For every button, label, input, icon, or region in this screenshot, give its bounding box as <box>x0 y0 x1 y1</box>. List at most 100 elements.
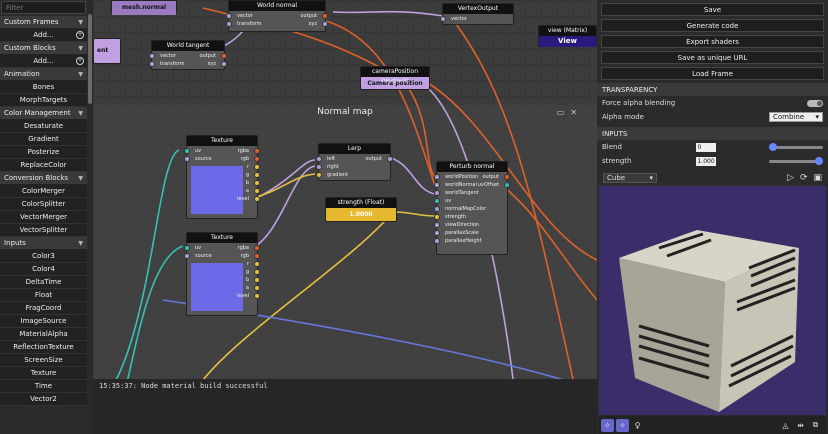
save-as-unique-url-button[interactable]: Save as unique URL <box>601 51 824 64</box>
light-1-icon[interactable]: ✧ <box>601 418 614 432</box>
category-animation[interactable]: Animation ▼ <box>0 68 87 81</box>
popout-icon[interactable]: ⧉ <box>809 419 822 432</box>
port-dot[interactable] <box>226 21 232 27</box>
port-dot[interactable] <box>434 238 440 244</box>
port-strength[interactable]: strength <box>434 213 507 221</box>
port-dot[interactable] <box>440 16 446 22</box>
add-icon[interactable]: + <box>76 57 84 65</box>
port-level[interactable]: level <box>187 292 260 300</box>
expand-icon[interactable]: ⇹ <box>794 419 807 432</box>
block-item-gradient[interactable]: Gradient <box>0 133 87 146</box>
category-inputs[interactable]: Inputs ▼ <box>0 237 87 250</box>
node-world-normal[interactable]: World normal output vector xyz transform <box>226 0 328 32</box>
port-worldtangent[interactable]: worldTangent <box>434 189 507 197</box>
port-dot[interactable] <box>149 53 155 59</box>
block-item-deltatime[interactable]: DeltaTime <box>0 276 87 289</box>
category-custom-frames[interactable]: Custom Frames ▼ <box>0 16 87 29</box>
block-item-morphtargets[interactable]: MorphTargets <box>0 94 87 107</box>
block-item-screensize[interactable]: ScreenSize <box>0 354 87 367</box>
port-dot[interactable] <box>434 206 440 212</box>
graph-canvas[interactable]: Normal map ▭✕ mesh.normal World normal o… <box>93 0 597 434</box>
port-g[interactable]: g <box>187 171 260 179</box>
filter-input[interactable]: Filter <box>1 1 86 14</box>
port-gradient[interactable]: gradient <box>316 171 390 179</box>
port-vector[interactable]: vector <box>149 52 224 60</box>
port-dot[interactable] <box>254 293 260 299</box>
port-dot[interactable] <box>434 182 440 188</box>
light-2-icon[interactable]: ✧ <box>616 418 629 432</box>
port-b[interactable]: b <box>187 276 260 284</box>
port-r[interactable]: r <box>187 163 260 171</box>
port-transform[interactable]: transform <box>226 20 325 28</box>
port-dot[interactable] <box>434 230 440 236</box>
port-dot[interactable] <box>184 245 190 251</box>
port-dot[interactable] <box>184 156 190 162</box>
port-dot[interactable] <box>254 261 260 267</box>
port-a[interactable]: a <box>187 284 260 292</box>
alpha-mode-select[interactable]: Combine ▾ <box>769 112 823 122</box>
port-dot[interactable] <box>434 190 440 196</box>
collapse-icon[interactable]: ▭ <box>557 108 571 117</box>
preview-viewport[interactable] <box>599 186 826 415</box>
block-item-float[interactable]: Float <box>0 289 87 302</box>
port-right[interactable]: right <box>316 163 390 171</box>
block-item-posterize[interactable]: Posterize <box>0 146 87 159</box>
fill-icon[interactable]: ◬ <box>779 419 792 432</box>
port-parallaxheight[interactable]: parallaxHeight <box>434 237 507 245</box>
add-icon[interactable]: + <box>76 31 84 39</box>
generate-code-button[interactable]: Generate code <box>601 19 824 32</box>
export-shaders-button[interactable]: Export shaders <box>601 35 824 48</box>
node-camera-position[interactable]: cameraPosition (Vector3) Camera position <box>360 66 430 90</box>
block-item-colorsplitter[interactable]: ColorSplitter <box>0 198 87 211</box>
port-dot[interactable] <box>254 164 260 170</box>
port-uv[interactable]: uv <box>184 147 257 155</box>
port-vector[interactable]: vector <box>440 15 513 23</box>
port-dot[interactable] <box>254 180 260 186</box>
block-item-reflectiontexture[interactable]: ReflectionTexture <box>0 341 87 354</box>
port-normalmapcolor[interactable]: normalMapColor <box>434 205 507 213</box>
block-item-add[interactable]: Add... + <box>0 55 87 68</box>
block-item-vectorsplitter[interactable]: VectorSplitter <box>0 224 87 237</box>
port-viewdirection[interactable]: viewDirection <box>434 221 507 229</box>
block-item-add[interactable]: Add... + <box>0 29 87 42</box>
slider-knob[interactable] <box>815 156 823 165</box>
port-uv[interactable]: uv <box>434 197 507 205</box>
node-view-matrix[interactable]: view (Matrix) View <box>538 25 597 47</box>
force-alpha-toggle[interactable] <box>807 99 823 107</box>
load-frame-button[interactable]: Load Frame <box>601 67 824 80</box>
block-item-colormerger[interactable]: ColorMerger <box>0 185 87 198</box>
node-texture-2[interactable]: Texture rgba uv rgb source r g b a level <box>184 232 260 316</box>
strength-value-input[interactable]: 1.000 <box>695 156 716 166</box>
node-strength[interactable]: strength (Float) 1.0000 <box>325 197 397 222</box>
block-item-materialalpha[interactable]: MaterialAlpha <box>0 328 87 341</box>
background-color-icon[interactable]: ▣ <box>813 173 822 183</box>
block-item-color3[interactable]: Color3 <box>0 250 87 263</box>
port-b[interactable]: b <box>187 179 260 187</box>
blend-slider[interactable] <box>769 142 823 151</box>
port-dot[interactable] <box>254 285 260 291</box>
port-g[interactable]: g <box>187 268 260 276</box>
port-dot[interactable] <box>316 164 322 170</box>
port-parallaxscale[interactable]: parallaxScale <box>434 229 507 237</box>
port-dot[interactable] <box>254 196 260 202</box>
port-level[interactable]: level <box>187 195 260 203</box>
play-icon[interactable]: ▷ <box>787 173 794 183</box>
section-inputs[interactable]: INPUTS <box>597 127 828 140</box>
port-dot[interactable] <box>254 277 260 283</box>
frame-controls[interactable]: ▭✕ <box>557 108 583 117</box>
section-transparency[interactable]: TRANSPARENCY <box>597 83 828 96</box>
node-perturb-normal[interactable]: Perturb normal output worldPosition uvOffs… <box>434 161 510 255</box>
block-item-vectormerger[interactable]: VectorMerger <box>0 211 87 224</box>
node-partial[interactable]: ent <box>93 38 121 64</box>
port-dot[interactable] <box>149 61 155 67</box>
port-dot[interactable] <box>434 198 440 204</box>
block-item-vector2[interactable]: Vector2 <box>0 393 87 406</box>
block-item-time[interactable]: Time <box>0 380 87 393</box>
block-item-texture[interactable]: Texture <box>0 367 87 380</box>
block-item-imagesource[interactable]: ImageSource <box>0 315 87 328</box>
port-dot[interactable] <box>316 156 322 162</box>
port-worldposition[interactable]: worldPosition <box>434 173 507 181</box>
scrollbar-thumb[interactable] <box>88 14 92 104</box>
node-mesh-normal[interactable]: mesh.normal <box>111 0 177 15</box>
strength-slider[interactable] <box>769 156 823 165</box>
